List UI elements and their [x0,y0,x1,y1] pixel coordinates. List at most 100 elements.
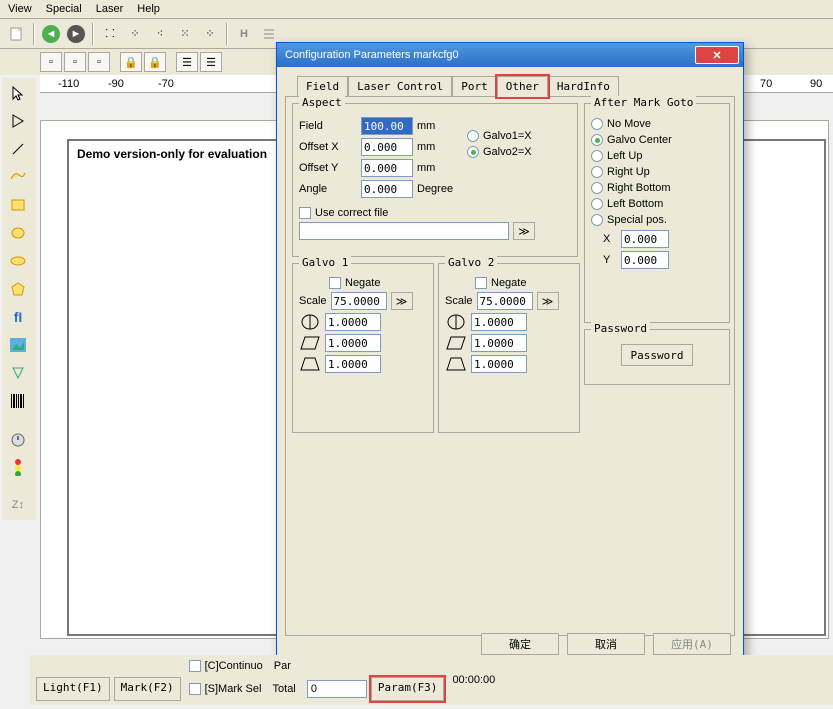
galvo1-v1-input[interactable] [325,313,381,331]
select-tool-icon[interactable] [4,80,32,106]
galvo1-group: Galvo 1 Negate Scale≫ [292,263,434,433]
menu-special[interactable]: Special [46,3,82,15]
galvo2-scale-input[interactable] [477,292,533,310]
ellipse-tool-icon[interactable] [4,248,32,274]
mark-button[interactable]: Mark(F2) [114,677,181,701]
io-tool-icon[interactable] [4,454,32,480]
galvo1-radio[interactable]: Galvo1=X [467,130,532,142]
param-button[interactable]: Param(F3) [371,677,445,701]
menu-laser[interactable]: Laser [96,3,124,15]
y-label: Y [603,254,617,266]
galvo2-v2-input[interactable] [471,334,527,352]
nav-back-icon[interactable]: ◄ [40,23,62,45]
tab-panel: Aspect Fieldmm Offset Xmm Offset Ymm Ang… [285,96,735,636]
edit-tool-icon[interactable] [4,108,32,134]
tool-palette: fI Z↕ [2,78,36,520]
offsetx-unit: mm [417,141,457,153]
offsety-input[interactable] [361,159,413,177]
apply-button[interactable]: 应用(A) [653,633,731,655]
vector-tool-icon[interactable] [4,360,32,386]
left-up-radio[interactable]: Left Up [591,150,723,162]
cancel-button[interactable]: 取消 [567,633,645,655]
tool-dots4-icon[interactable]: ⁙ [174,23,196,45]
after-mark-legend: After Mark Goto [591,96,696,109]
tab-field[interactable]: Field [297,76,348,97]
correct-file-input[interactable] [299,222,509,240]
tool-h-icon[interactable]: H [233,23,255,45]
angle-input[interactable] [361,180,413,198]
total-input[interactable] [307,680,367,698]
nav-forward-icon[interactable]: ► [65,23,87,45]
lock-btn-2[interactable]: 🔒 [144,52,166,72]
align-btn-2[interactable]: ▫ [64,52,86,72]
ok-button[interactable]: 确定 [481,633,559,655]
tab-laser-control[interactable]: Laser Control [348,76,452,97]
field-unit: mm [417,120,457,132]
galvo1-scale-more[interactable]: ≫ [391,292,413,310]
use-correct-file-check[interactable]: Use correct file [299,207,571,219]
close-icon[interactable]: ✕ [695,46,739,64]
no-move-radio[interactable]: No Move [591,118,723,130]
tool-dots3-icon[interactable]: ⁖ [149,23,171,45]
aspect-group: Aspect Fieldmm Offset Xmm Offset Ymm Ang… [292,103,578,257]
layer-btn-2[interactable]: ☰ [200,52,222,72]
layer-btn-1[interactable]: ☰ [176,52,198,72]
timer-tool-icon[interactable] [4,426,32,452]
galvo2-scale-label: Scale [445,295,473,307]
galvo-circle-icon [299,313,321,331]
align-btn-1[interactable]: ▫ [40,52,62,72]
galvo2-negate-check[interactable]: Negate [475,277,573,289]
menu-view[interactable]: View [8,3,32,15]
tab-other[interactable]: Other [497,76,548,97]
menubar: View Special Laser Help [0,0,833,19]
dialog-tabs: Field Laser Control Port Other HardInfo [277,67,743,96]
galvo2-radio[interactable]: Galvo2=X [467,146,532,158]
tool-dots1-icon[interactable]: ⸬ [99,23,121,45]
angle-unit: Degree [417,183,457,195]
after-mark-group: After Mark Goto No Move Galvo Center Lef… [584,103,730,323]
tool-dots5-icon[interactable]: ⁘ [199,23,221,45]
barcode-tool-icon[interactable] [4,388,32,414]
image-tool-icon[interactable] [4,332,32,358]
right-bottom-radio[interactable]: Right Bottom [591,182,723,194]
rect-tool-icon[interactable] [4,192,32,218]
marksel-check[interactable]: [S]Mark Sel Total [189,680,367,698]
x-label: X [603,233,617,245]
galvo2-v3-input[interactable] [471,355,527,373]
dialog-titlebar[interactable]: Configuration Parameters markcfg0 ✕ [277,43,743,67]
angle-label: Angle [299,183,357,195]
tool-dots2-icon[interactable]: ⁘ [124,23,146,45]
text-tool-icon[interactable]: fI [4,304,32,330]
z-tool-icon[interactable]: Z↕ [4,492,32,518]
menu-help[interactable]: Help [137,3,160,15]
galvo-parallelogram-icon [445,334,467,352]
file-icon[interactable] [6,23,28,45]
left-bottom-radio[interactable]: Left Bottom [591,198,723,210]
tab-hardinfo[interactable]: HardInfo [548,76,619,97]
special-pos-radio[interactable]: Special pos. [591,214,723,226]
light-button[interactable]: Light(F1) [36,677,110,701]
galvo1-v3-input[interactable] [325,355,381,373]
correct-file-browse[interactable]: ≫ [513,222,535,240]
galvo1-negate-check[interactable]: Negate [329,277,427,289]
bottom-bar: Light(F1) Mark(F2) [C]Continuo Par [S]Ma… [30,655,833,705]
field-input[interactable] [361,117,413,135]
password-button[interactable]: Password [621,344,693,366]
galvo2-scale-more[interactable]: ≫ [537,292,559,310]
tab-port[interactable]: Port [452,76,497,97]
line-tool-icon[interactable] [4,136,32,162]
galvo1-scale-input[interactable] [331,292,387,310]
polygon-tool-icon[interactable] [4,276,32,302]
lock-btn-1[interactable]: 🔒 [120,52,142,72]
galvo2-v1-input[interactable] [471,313,527,331]
special-y-input[interactable] [621,251,669,269]
galvo1-v2-input[interactable] [325,334,381,352]
special-x-input[interactable] [621,230,669,248]
right-up-radio[interactable]: Right Up [591,166,723,178]
align-btn-3[interactable]: ▫ [88,52,110,72]
galvo-center-radio[interactable]: Galvo Center [591,134,723,146]
curve-tool-icon[interactable] [4,164,32,190]
circle-tool-icon[interactable] [4,220,32,246]
continuo-check[interactable]: [C]Continuo Par [189,660,367,672]
offsetx-input[interactable] [361,138,413,156]
